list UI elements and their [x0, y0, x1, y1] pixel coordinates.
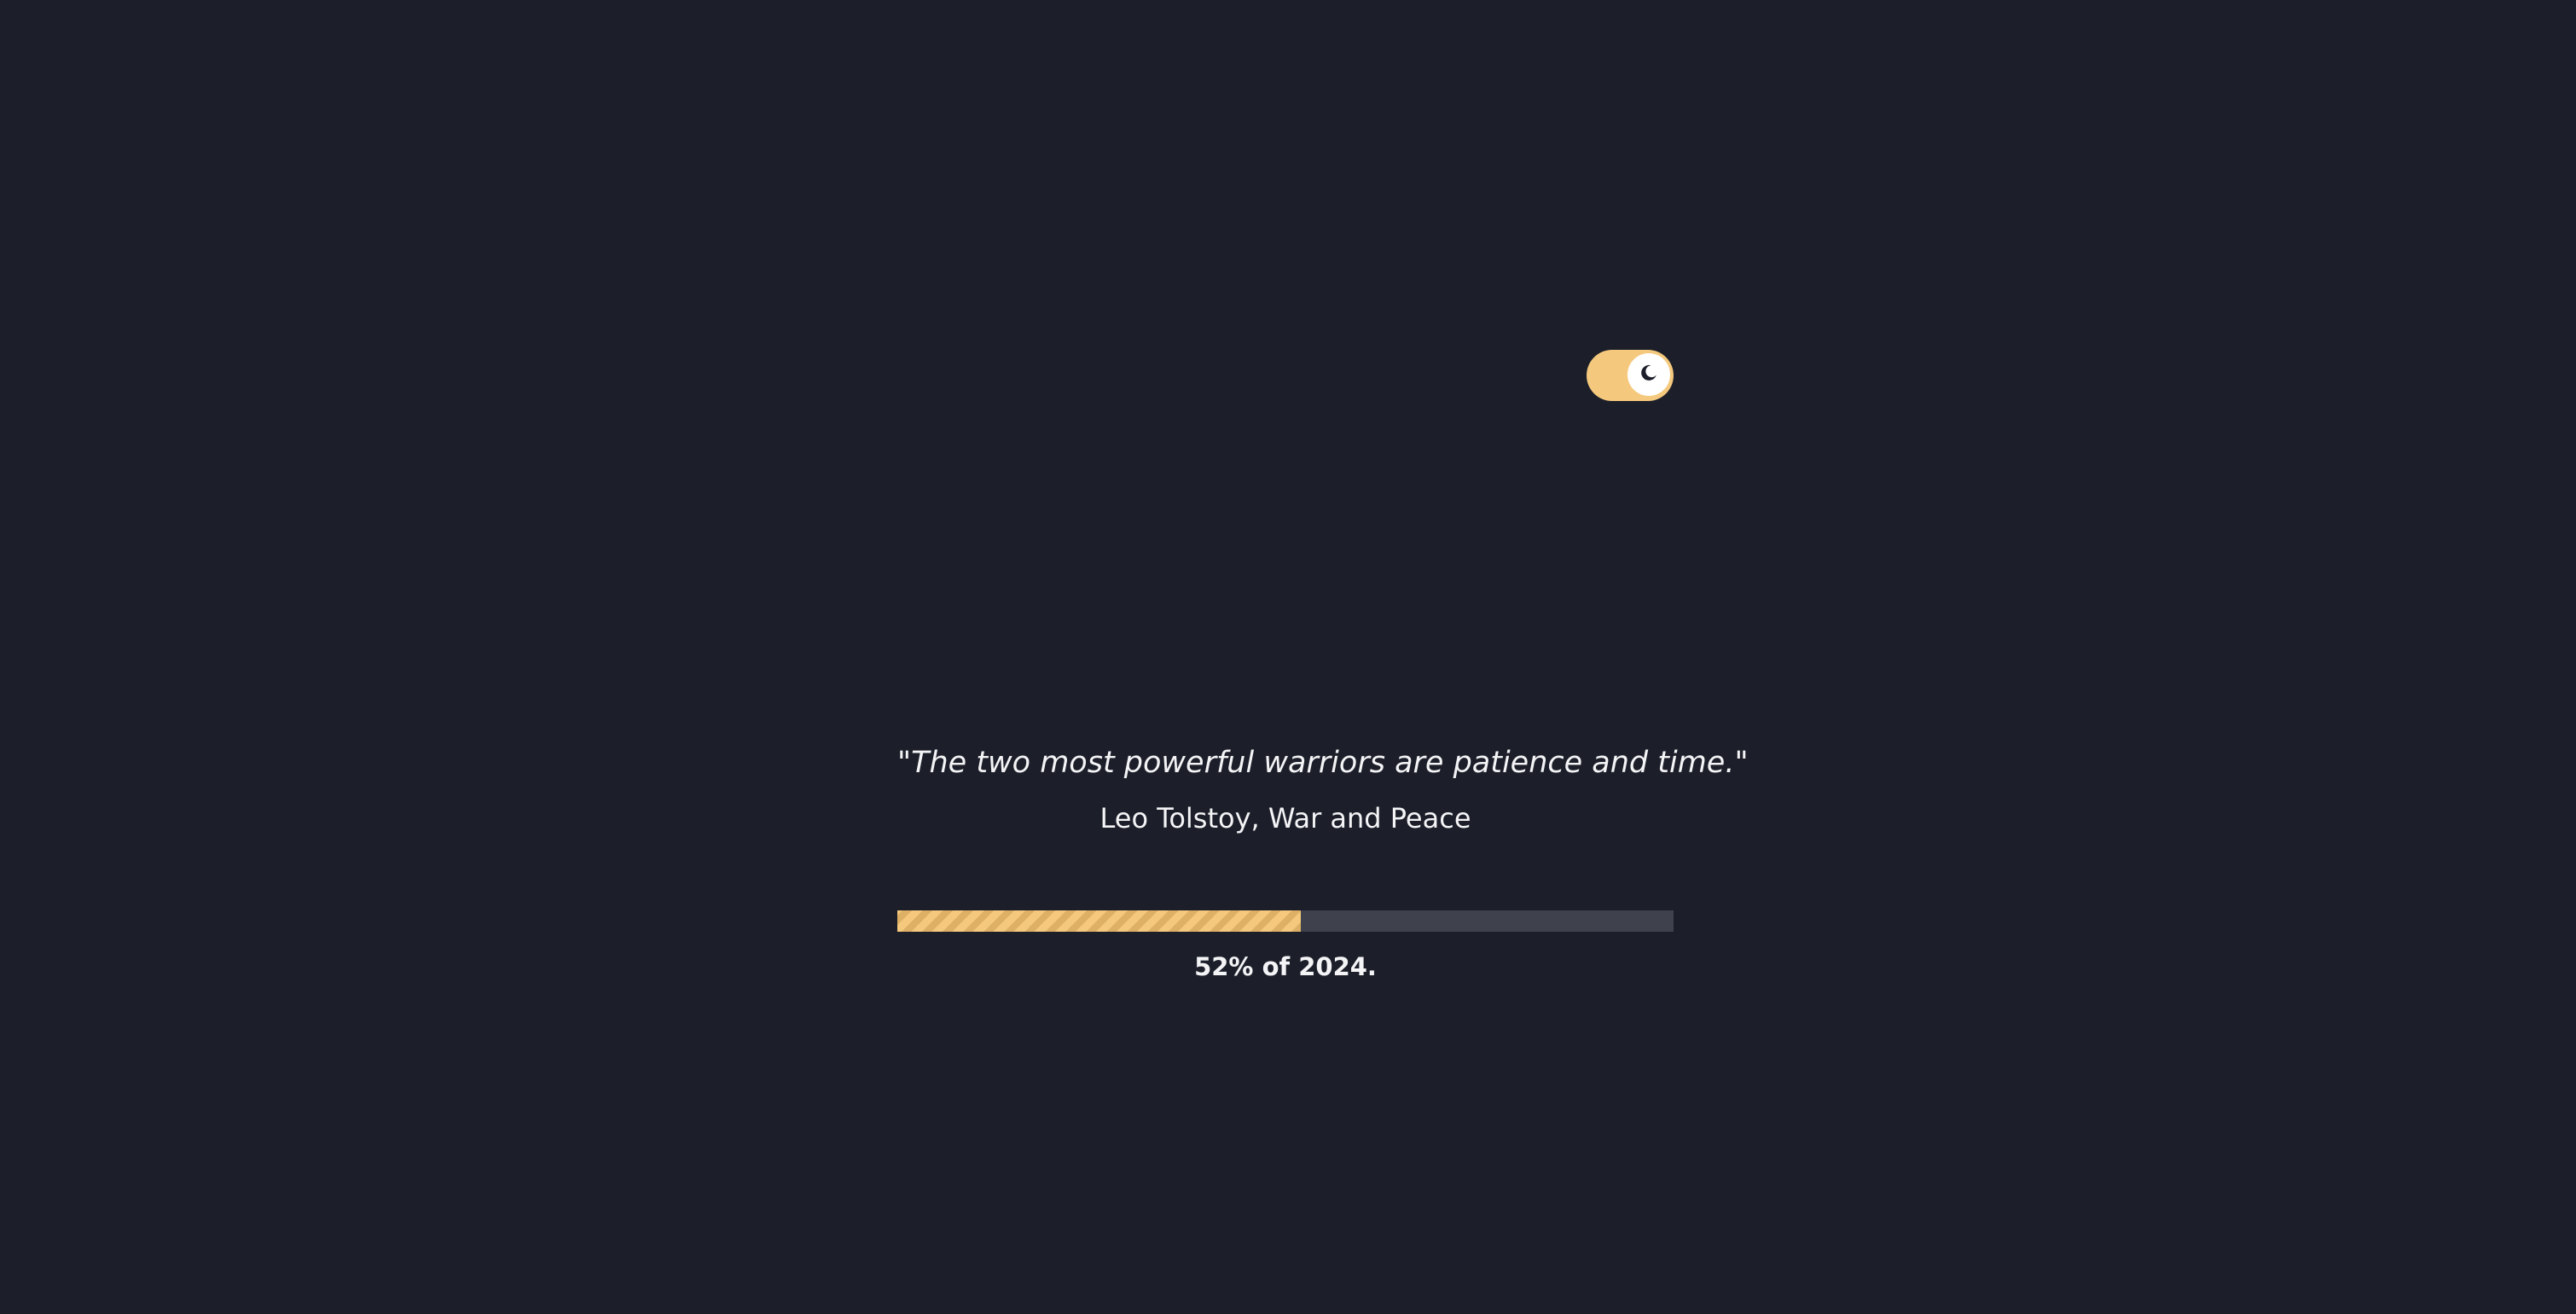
quote-text: "The two most powerful warriors are pati…: [897, 746, 1749, 780]
year-progress-fill: [897, 910, 1302, 932]
year-progress-label: 52% of 2024.: [1194, 952, 1377, 981]
toggle-knob: [1627, 353, 1670, 396]
moon-icon: [1639, 363, 1659, 387]
year-progress-bar: [897, 910, 1674, 932]
theme-toggle[interactable]: [1587, 350, 1674, 401]
page: "The two most powerful warriors are pati…: [0, 0, 2576, 1314]
quote-attribution: Leo Tolstoy, War and Peace: [1099, 802, 1471, 834]
